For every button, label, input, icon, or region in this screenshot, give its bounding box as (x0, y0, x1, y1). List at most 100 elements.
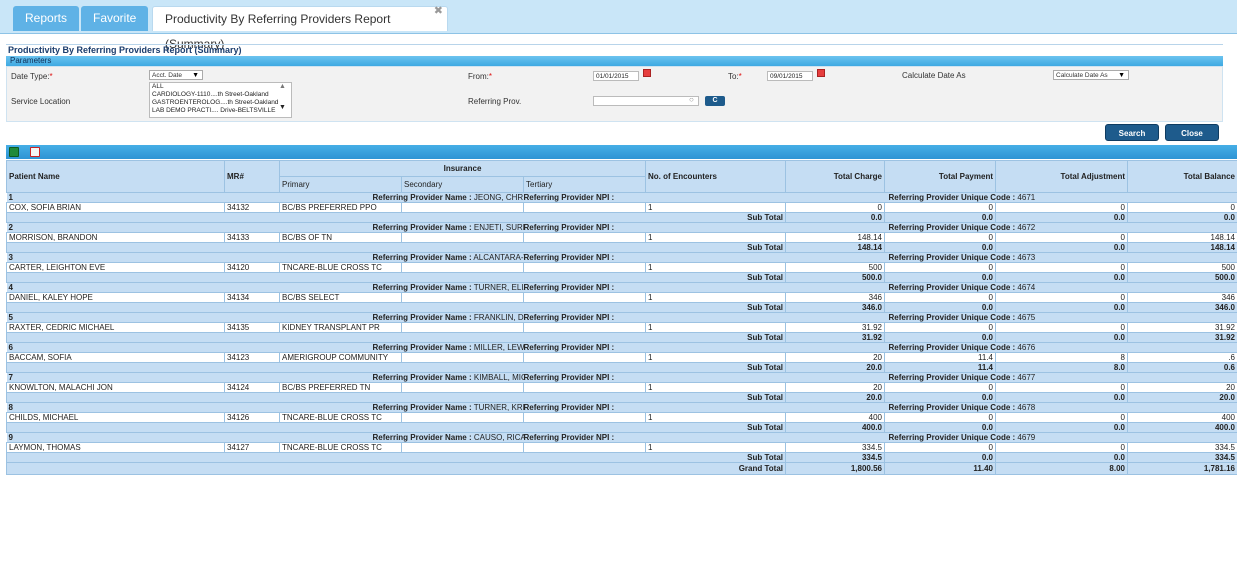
provider-code-label: Referring Provider Unique Code : (888, 373, 1016, 382)
table-row[interactable]: DANIEL, KALEY HOPE 34134 BC/BS SELECT 1 346 0… (6, 292, 1237, 303)
secondary-insurance-cell (401, 322, 524, 333)
parameters-header: Parameters (6, 56, 1223, 66)
provider-npi-cell: Referring Provider NPI : (523, 252, 885, 263)
provider-code: 4674 (1017, 283, 1036, 292)
provider-code: 4677 (1017, 373, 1036, 382)
search-button[interactable]: Search (1105, 124, 1159, 141)
service-location-label: Service Location (11, 97, 71, 106)
provider-npi-cell: Referring Provider NPI : (523, 432, 885, 443)
total-adjustment-cell: 8 (995, 352, 1128, 363)
provider-code: 4675 (1017, 313, 1036, 322)
provider-code-label: Referring Provider Unique Code : (888, 253, 1016, 262)
subtotal-adjustment: 0.0 (995, 392, 1128, 403)
calendar-icon[interactable] (643, 69, 651, 77)
grand-total-label: Grand Total (6, 462, 786, 475)
subtotal-charge: 500.0 (785, 272, 885, 283)
subtotal-row: Sub Total 148.14 0.0 0.0 148.14 (6, 242, 1237, 253)
referring-prov-input[interactable] (593, 96, 699, 106)
export-toolbar (6, 145, 1237, 159)
provider-npi-cell: Referring Provider NPI : (523, 402, 885, 413)
service-location-list[interactable]: ALL CARDIOLOGY-1110....th Street-Oakland… (149, 82, 292, 118)
clear-button[interactable]: C (705, 96, 725, 106)
close-tab-icon[interactable]: ✖ (434, 0, 443, 24)
provider-npi-cell: Referring Provider NPI : (523, 282, 885, 293)
table-row[interactable]: COX, SOFIA BRIAN 34132 BC/BS PREFERRED PPO… (6, 202, 1237, 213)
subtotal-balance: 20.0 (1127, 392, 1237, 403)
subtotal-charge: 0.0 (785, 212, 885, 223)
subtotal-balance: 148.14 (1127, 242, 1237, 253)
subtotal-row: Sub Total 20.0 0.0 0.0 20.0 (6, 392, 1237, 403)
provider-name-cell: Referring Provider Name : JEONG, CHRISTI… (224, 192, 524, 203)
tertiary-insurance-cell (523, 352, 646, 363)
pdf-export-icon[interactable] (30, 147, 40, 157)
group-number: 7 (6, 372, 225, 383)
tertiary-insurance-cell (523, 232, 646, 243)
table-row[interactable]: CARTER, LEIGHTON EVE 34120 TNCARE-BLUE CRO… (6, 262, 1237, 273)
list-item[interactable]: GASTROENTEROLOG....th Street-Oakland (152, 99, 291, 107)
tab-favorite[interactable]: Favorite (81, 6, 149, 31)
list-item[interactable]: ALL (152, 83, 291, 91)
lookup-icon[interactable]: ○ (689, 95, 694, 104)
from-label-text: From: (468, 72, 489, 81)
provider-name-label: Referring Provider Name : (372, 223, 472, 232)
group-number: 2 (6, 222, 225, 233)
provider-name-cell: Referring Provider Name : ALCANTARA-WOLF… (224, 252, 524, 263)
to-date-input[interactable]: 09/01/2015 (767, 71, 813, 81)
provider-group-row: 8Referring Provider Name : TURNER, KRIST… (6, 402, 1237, 413)
secondary-insurance-cell (401, 352, 524, 363)
excel-export-icon[interactable] (9, 147, 19, 157)
subtotal-charge: 31.92 (785, 332, 885, 343)
subtotal-adjustment: 0.0 (995, 242, 1128, 253)
provider-code-cell: Referring Provider Unique Code : 4676 (884, 342, 1237, 353)
mr-cell: 34135 (224, 322, 280, 333)
to-label-text: To: (728, 72, 739, 81)
subtotal-payment: 11.4 (884, 362, 996, 373)
encounters-cell: 1 (645, 262, 786, 273)
table-row[interactable]: MORRISON, BRANDON 34133 BC/BS OF TN 1 148.14… (6, 232, 1237, 243)
grand-total-charge: 1,800.56 (785, 462, 885, 475)
scroll-down-icon[interactable]: ▼ (279, 104, 286, 111)
provider-npi-cell: Referring Provider NPI : (523, 312, 885, 323)
subtotal-label: Sub Total (6, 362, 786, 373)
provider-name: ALCANTARA-WOLFORD, KARIN (473, 253, 524, 262)
calculate-date-select[interactable]: Calculate Date As ▼ (1053, 70, 1129, 80)
encounters-cell: 1 (645, 382, 786, 393)
tab-favorite-label: Favorite (93, 11, 137, 25)
list-item[interactable]: LAB DEMO PRACTI.... Drive-BELTSVILLE (152, 107, 291, 115)
table-row[interactable]: BACCAM, SOFIA 34123 AMERIGROUP COMMUNITY 1 2… (6, 352, 1237, 363)
total-payment-cell: 0 (884, 412, 996, 423)
provider-npi-cell: Referring Provider NPI : (523, 372, 885, 383)
subtotal-adjustment: 8.0 (995, 362, 1128, 373)
primary-insurance-cell: KIDNEY TRANSPLANT PR (279, 322, 402, 333)
list-item[interactable]: CARDIOLOGY-1110....th Street-Oakland (152, 91, 291, 99)
calculate-date-label: Calculate Date As (902, 71, 966, 80)
from-date-input[interactable]: 01/01/2015 (593, 71, 639, 81)
grand-total-row: Grand Total 1,800.56 11.40 8.00 1,781.16 (6, 462, 1237, 475)
table-row[interactable]: KNOWLTON, MALACHI JON 34124 BC/BS PREFERRE… (6, 382, 1237, 393)
date-type-select[interactable]: Acct. Date ▼ (149, 70, 203, 80)
subtotal-adjustment: 0.0 (995, 212, 1128, 223)
table-row[interactable]: CHILDS, MICHAEL 34126 TNCARE-BLUE CROSS TC… (6, 412, 1237, 423)
header-insurance: Insurance (279, 160, 646, 177)
table-header-row: Patient Name MR# Insurance No. of Encoun… (6, 160, 1237, 193)
table-row[interactable]: RAXTER, CEDRIC MICHAEL 34135 KIDNEY TRANSP… (6, 322, 1237, 333)
table-row[interactable]: LAYMON, THOMAS 34127 TNCARE-BLUE CROSS TC 1… (6, 442, 1237, 453)
calendar-icon[interactable] (817, 69, 825, 77)
group-number: 4 (6, 282, 225, 293)
chevron-down-icon: ▼ (192, 72, 199, 79)
total-charge-cell: 31.92 (785, 322, 885, 333)
scroll-up-icon[interactable]: ▲ (279, 83, 286, 90)
subtotal-charge: 148.14 (785, 242, 885, 253)
total-balance-cell: 20 (1127, 382, 1237, 393)
subtotal-payment: 0.0 (884, 422, 996, 433)
provider-npi-label: Referring Provider NPI : (523, 343, 615, 352)
tab-reports[interactable]: Reports (13, 6, 80, 31)
total-adjustment-cell: 0 (995, 442, 1128, 453)
tab-report-summary[interactable]: Productivity By Referring Providers Repo… (152, 5, 448, 51)
provider-code-label: Referring Provider Unique Code : (888, 403, 1016, 412)
total-payment-cell: 0 (884, 262, 996, 273)
required-marker: * (738, 72, 742, 81)
close-button[interactable]: Close (1165, 124, 1219, 141)
encounters-cell: 1 (645, 352, 786, 363)
subtotal-label: Sub Total (6, 422, 786, 433)
